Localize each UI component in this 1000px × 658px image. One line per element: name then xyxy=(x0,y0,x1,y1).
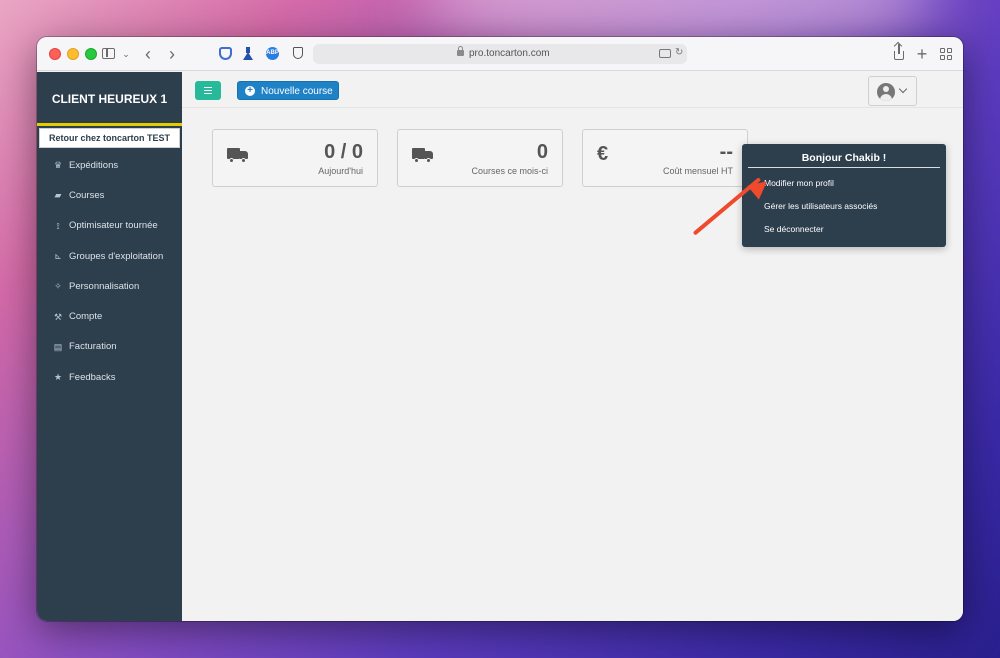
sidebar-item-label: Personnalisation xyxy=(69,280,140,292)
chevron-down-icon xyxy=(898,84,908,94)
star-icon: ★ xyxy=(53,372,63,383)
user-menu-button[interactable] xyxy=(868,76,917,106)
dolly-icon: ⊾ xyxy=(54,251,62,262)
browser-toolbar: ⌄ ‹ › ABP pro.toncarton.com ↻ + xyxy=(37,37,963,71)
stat-value: 0 / 0 xyxy=(324,141,363,163)
stat-card-month: 0 Courses ce mois-ci xyxy=(397,129,563,187)
sidebar-item-label: Expéditions xyxy=(69,159,119,171)
back-to-toncarton-button[interactable]: Retour chez toncarton TEST xyxy=(39,128,180,148)
truck-icon xyxy=(227,148,249,163)
pocket-extension-icon[interactable] xyxy=(219,47,232,60)
top-navigation: + Nouvelle course xyxy=(182,72,963,108)
sidebar-item-label: Compte xyxy=(69,311,103,323)
manage-users-link[interactable]: Gérer les utilisateurs associés xyxy=(764,201,877,211)
logout-link[interactable]: Se déconnecter xyxy=(764,224,824,234)
browser-window: ⌄ ‹ › ABP pro.toncarton.com ↻ + CLIENT H… xyxy=(37,37,963,621)
menu-toggle-button[interactable] xyxy=(195,81,221,100)
forward-arrow-icon[interactable]: › xyxy=(165,45,179,63)
sidebar-item-feedbacks[interactable]: ★ Feedbacks xyxy=(37,362,182,392)
new-course-button[interactable]: + Nouvelle course xyxy=(237,81,339,100)
sidebar-item-personnalisation[interactable]: ✧ Personnalisation xyxy=(37,271,182,301)
file-icon: ▤ xyxy=(53,341,63,352)
magic-icon: ✧ xyxy=(54,281,62,292)
euro-icon: € xyxy=(597,143,609,165)
shield-extension-icon[interactable] xyxy=(293,47,303,59)
back-arrow-icon[interactable]: ‹ xyxy=(141,45,155,63)
sidebar-toggle-icon[interactable] xyxy=(102,48,115,59)
user-dropdown-menu: Bonjour Chakib ! Modifier mon profil Gér… xyxy=(742,144,946,247)
edit-profile-link[interactable]: Modifier mon profil xyxy=(764,178,834,188)
route-icon: ⟟ xyxy=(56,220,60,231)
trophy-icon: ♛ xyxy=(53,160,63,171)
stat-card-today: 0 / 0 Aujourd'hui xyxy=(212,129,378,187)
stat-value: 0 xyxy=(536,141,548,163)
sidebar-item-label: Optimisateur tournée xyxy=(69,220,158,232)
app-sidebar: CLIENT HEUREUX 1 Retour chez toncarton T… xyxy=(37,72,182,621)
new-tab-icon[interactable]: + xyxy=(915,45,929,63)
user-avatar-icon xyxy=(877,83,895,101)
truck-icon xyxy=(412,148,434,163)
share-arrow-icon xyxy=(898,44,900,54)
zoom-window-button[interactable] xyxy=(85,48,97,60)
stat-value: -- xyxy=(719,141,733,163)
sidebar-item-expeditions[interactable]: ♛ Expéditions xyxy=(37,150,182,180)
main-content: + Nouvelle course 0 / 0 Aujourd'hui 0 Co… xyxy=(182,72,963,621)
stat-label: Courses ce mois-ci xyxy=(471,166,548,176)
wrench-icon: ⚒ xyxy=(53,311,63,322)
reload-icon[interactable]: ↻ xyxy=(675,47,683,58)
truck-icon: ▰ xyxy=(54,190,62,201)
sidebar-item-groupes[interactable]: ⊾ Groupes d'exploitation xyxy=(37,241,182,271)
sidebar-item-label: Groupes d'exploitation xyxy=(69,250,164,262)
new-course-label: Nouvelle course xyxy=(261,86,333,97)
url-text: pro.toncarton.com xyxy=(469,48,550,59)
user-greeting: Bonjour Chakib ! xyxy=(748,152,940,168)
adblock-extension-icon[interactable]: ABP xyxy=(266,47,279,60)
sidebar-item-label: Feedbacks xyxy=(69,371,116,383)
sidebar-item-compte[interactable]: ⚒ Compte xyxy=(37,301,182,331)
sidebar-item-optimisateur[interactable]: ⟟ Optimisateur tournée xyxy=(37,211,182,241)
sidebar-item-label: Facturation xyxy=(69,341,117,353)
translate-icon[interactable] xyxy=(659,49,671,58)
close-window-button[interactable] xyxy=(49,48,61,60)
address-bar[interactable]: pro.toncarton.com ↻ xyxy=(313,44,687,64)
flask-extension-icon[interactable] xyxy=(243,47,253,60)
lock-icon xyxy=(457,46,464,56)
sidebar-item-label: Courses xyxy=(69,189,105,201)
sidebar-menu: ♛ Expéditions ▰ Courses ⟟ Optimisateur t… xyxy=(37,150,182,392)
plus-circle-icon: + xyxy=(245,86,255,96)
brand-title: CLIENT HEUREUX 1 xyxy=(37,72,182,126)
stat-label: Aujourd'hui xyxy=(318,166,363,176)
sidebar-item-facturation[interactable]: ▤ Facturation xyxy=(37,332,182,362)
stat-card-cost: € -- Coût mensuel HT xyxy=(582,129,748,187)
stat-label: Coût mensuel HT xyxy=(662,166,733,176)
chevron-down-icon[interactable]: ⌄ xyxy=(121,45,131,63)
minimize-window-button[interactable] xyxy=(67,48,79,60)
sidebar-item-courses[interactable]: ▰ Courses xyxy=(37,180,182,210)
